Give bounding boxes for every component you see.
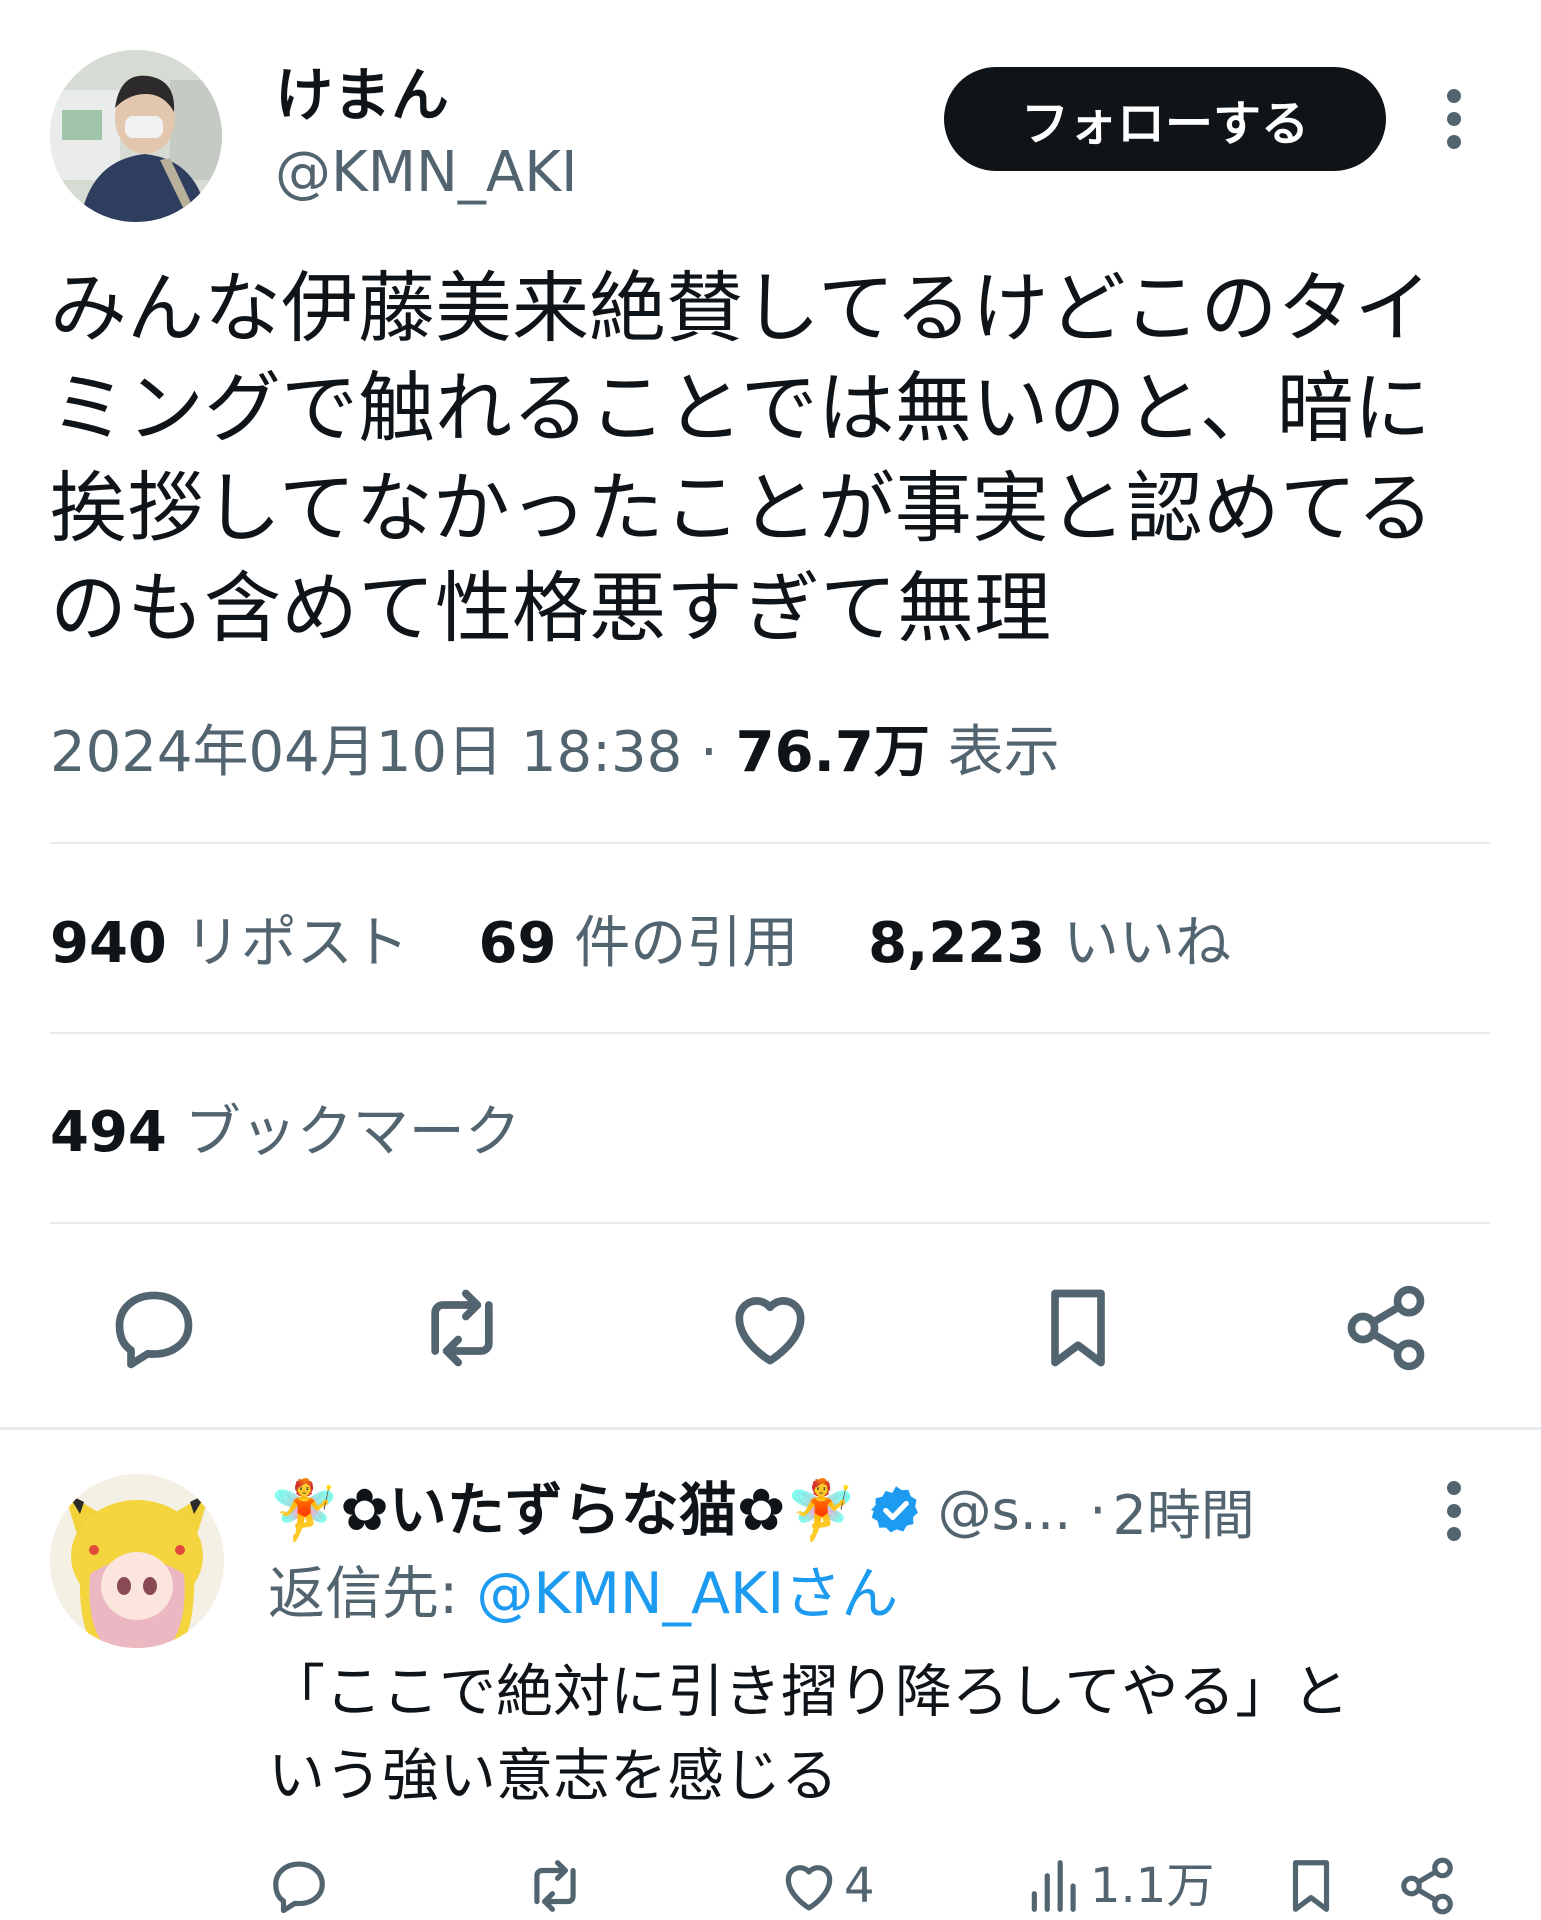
likes-count: 8,223 [868, 911, 1046, 976]
bookmark-icon [1292, 1860, 1330, 1912]
tweet-meta: 2024年04月10日 18:38 · 76.7万 表示 [50, 715, 1060, 791]
reply-share-button[interactable] [1396, 1855, 1458, 1920]
reply-text: 「ここで絶対に引き摺り降ろしてやる」と いう強い意志を感じる [268, 1659, 1350, 1809]
engagement-stats: 940 リポスト 69 件の引用 8,223 いいね [50, 906, 1283, 982]
divider [50, 1222, 1490, 1224]
reply-separator: · [1089, 1478, 1107, 1542]
reply-reply-button[interactable] [268, 1855, 330, 1920]
author-handle[interactable]: @KMN_AKI [275, 138, 577, 208]
reply-author-name[interactable]: 🧚✿いたずらな猫✿🧚 [268, 1470, 858, 1550]
divider [50, 842, 1490, 844]
share-icon[interactable] [1340, 1282, 1432, 1374]
reply-like-count: 4 [844, 1858, 875, 1914]
reply-icon [273, 1861, 325, 1914]
quotes-count: 69 [478, 911, 557, 976]
follow-button[interactable]: フォローする [944, 67, 1386, 171]
repost-icon [534, 1860, 576, 1912]
meta-separator: · [700, 720, 718, 785]
reply-icon[interactable] [108, 1282, 200, 1374]
reply-author-avatar[interactable] [50, 1474, 224, 1648]
share-icon [1401, 1857, 1453, 1915]
bookmarks-count: 494 [50, 1100, 167, 1165]
reply-repost-button[interactable] [524, 1855, 586, 1920]
reply-to-label: 返信先: [268, 1561, 477, 1627]
author-avatar[interactable] [50, 50, 222, 222]
like-icon[interactable] [724, 1282, 816, 1374]
reposts-label: リポスト [184, 911, 409, 976]
reposts-stat[interactable]: 940 リポスト [50, 911, 427, 976]
like-icon [785, 1865, 833, 1911]
verified-badge-icon [868, 1482, 924, 1538]
more-options-icon[interactable] [1436, 86, 1472, 152]
tweet-text: みんな伊藤美来絶賛してるけどこのタイ ミングで触れることでは無いのと、暗に 挨拶… [50, 265, 1434, 654]
likes-stat[interactable]: 8,223 いいね [868, 911, 1231, 976]
tweet-timestamp[interactable]: 2024年04月10日 18:38 [50, 720, 682, 785]
bookmarks-label: ブックマーク [184, 1100, 521, 1165]
quotes-label: 件の引用 [574, 911, 799, 976]
reply-views-count: 1.1万 [1090, 1858, 1215, 1914]
reply-views-button[interactable]: 1.1万 [1024, 1855, 1214, 1920]
quotes-stat[interactable]: 69 件の引用 [479, 911, 817, 976]
reply-header: 🧚✿いたずらな猫✿🧚 @s... · 2時間 [268, 1470, 1418, 1550]
tweet-detail-page: けまん @KMN_AKI フォローする みんな伊藤美来絶賛してるけどこのタイ ミ… [0, 0, 1541, 1920]
views-label: 表示 [947, 720, 1060, 785]
reply-time[interactable]: 2時間 [1112, 1471, 1254, 1550]
views-count: 76.7万 [735, 720, 930, 785]
reply-to-mention[interactable]: @KMN_AKIさん [476, 1561, 898, 1627]
reply-to-line: 返信先: @KMN_AKIさん [268, 1556, 898, 1632]
divider [50, 1032, 1490, 1034]
reply-author-handle[interactable]: @s... [938, 1479, 1072, 1542]
section-separator [0, 1427, 1541, 1430]
views-chart-icon [1031, 1860, 1076, 1912]
reply-more-options-icon[interactable] [1436, 1478, 1472, 1544]
reply-bookmark-button[interactable] [1280, 1855, 1342, 1920]
bookmark-icon[interactable] [1032, 1282, 1124, 1374]
bookmark-stats: 494 ブックマーク [50, 1095, 573, 1171]
author-name[interactable]: けまん [275, 55, 449, 135]
likes-label: いいね [1063, 911, 1232, 976]
bookmarks-stat[interactable]: 494 ブックマーク [50, 1100, 521, 1165]
reposts-count: 940 [50, 911, 167, 976]
reply-like-button[interactable]: 4 [778, 1855, 875, 1920]
repost-icon[interactable] [416, 1282, 508, 1374]
